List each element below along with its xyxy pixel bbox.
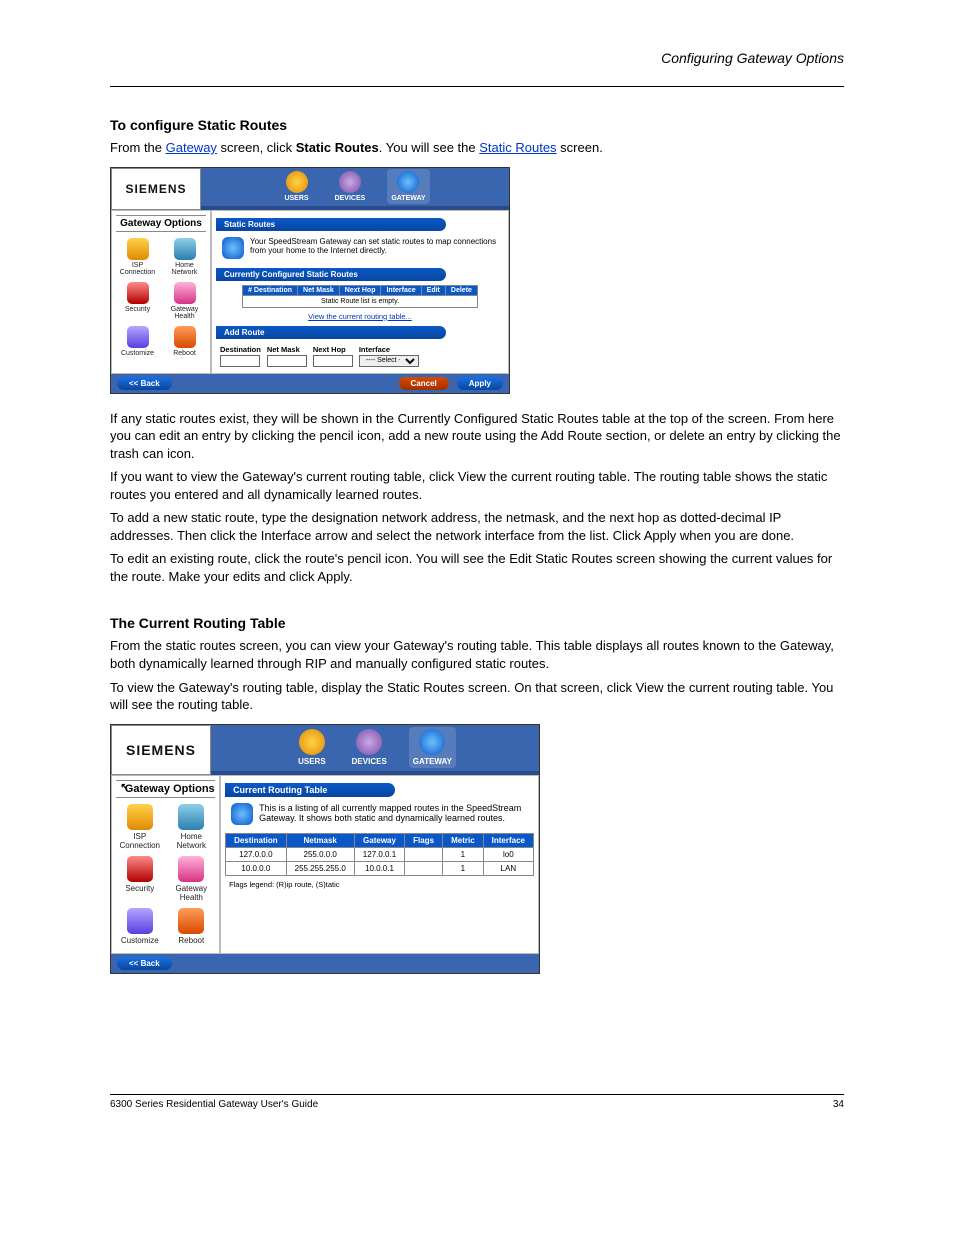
users-icon <box>286 171 308 193</box>
sidebar-item-customize[interactable]: Customize <box>116 326 159 357</box>
add-route-form: Destination Net Mask Next Hop Interface-… <box>216 343 504 369</box>
cancel-button[interactable]: Cancel <box>399 377 449 390</box>
health-icon <box>174 282 196 304</box>
tab-users[interactable]: USERS <box>280 169 312 204</box>
sidebar-item-security[interactable]: Security <box>116 282 159 320</box>
nexthop-input[interactable] <box>313 355 353 367</box>
static-routes-link[interactable]: Static Routes <box>479 140 556 155</box>
page-number: 34 <box>833 1099 844 1110</box>
static-routes-desc-icon <box>222 237 244 259</box>
routing-table-para-1: From the static routes screen, you can v… <box>110 637 844 672</box>
gateway-icon <box>397 171 419 193</box>
users-icon <box>299 729 325 755</box>
static-routes-para-4: To edit an existing route, click the rou… <box>110 550 844 585</box>
table-row: 127.0.0.0 255.0.0.0 127.0.0.1 1 lo0 <box>226 847 534 861</box>
sidebar-item-home[interactable]: Home Network <box>168 804 216 850</box>
figure-static-routes: SIEMENS USERS DEVICES GATEWAY <box>110 167 844 394</box>
pill-current-configured: Currently Configured Static Routes <box>216 268 446 281</box>
brand-logo: SIEMENS <box>111 725 211 775</box>
footer-rule <box>110 1094 844 1095</box>
devices-icon <box>339 171 361 193</box>
isp-icon <box>127 804 153 830</box>
apply-button[interactable]: Apply <box>457 377 503 390</box>
sidebar-item-isp[interactable]: ISP Connection <box>116 238 159 276</box>
customize-icon <box>127 326 149 348</box>
netmask-input[interactable] <box>267 355 307 367</box>
sidebar-item-health[interactable]: Gateway Health <box>163 282 206 320</box>
gateway-link[interactable]: Gateway <box>166 140 217 155</box>
sidebar-title: ↖Gateway Options <box>116 780 215 798</box>
pill-current-routing: Current Routing Table <box>225 783 395 797</box>
static-routes-intro: From the Gateway screen, click Static Ro… <box>110 139 844 157</box>
security-icon <box>127 856 153 882</box>
tab-devices[interactable]: DEVICES <box>348 727 391 768</box>
isp-icon <box>127 238 149 260</box>
reboot-icon <box>178 908 204 934</box>
empty-route-msg: Static Route list is empty. <box>243 295 478 307</box>
sidebar-item-security[interactable]: Security <box>116 856 164 902</box>
health-icon <box>178 856 204 882</box>
back-button[interactable]: << Back <box>117 377 172 390</box>
pill-add-route: Add Route <box>216 326 446 339</box>
routing-desc-icon <box>231 803 253 825</box>
static-routes-para-3: To add a new static route, type the desi… <box>110 509 844 544</box>
gateway-icon <box>419 729 445 755</box>
reboot-icon <box>174 326 196 348</box>
table-row: 10.0.0.0 255.255.255.0 10.0.0.1 1 LAN <box>226 861 534 875</box>
sidebar-item-customize[interactable]: Customize <box>116 908 164 945</box>
configured-routes-table: # Destination Net Mask Next Hop Interfac… <box>242 285 478 308</box>
back-button[interactable]: << Back <box>117 957 172 970</box>
tab-gateway[interactable]: GATEWAY <box>409 727 456 768</box>
home-icon <box>178 804 204 830</box>
tab-gateway[interactable]: GATEWAY <box>387 169 429 204</box>
view-routing-table-link[interactable]: View the current routing table... <box>308 312 412 321</box>
interface-select[interactable]: ---- Select ---- <box>359 355 419 367</box>
security-icon <box>127 282 149 304</box>
footer-doc-title: 6300 Series Residential Gateway User's G… <box>110 1099 318 1110</box>
sidebar-item-home[interactable]: Home Network <box>163 238 206 276</box>
brand-logo: SIEMENS <box>111 168 201 210</box>
pill-static-routes: Static Routes <box>216 218 446 231</box>
flags-legend: Flags legend: (R)ip route, (S)tatic <box>225 878 534 891</box>
devices-icon <box>356 729 382 755</box>
static-routes-para-1: If any static routes exist, they will be… <box>110 410 844 463</box>
tab-devices[interactable]: DEVICES <box>331 169 370 204</box>
routing-desc: This is a listing of all currently mappe… <box>259 803 528 825</box>
static-routes-desc: Your SpeedStream Gateway can set static … <box>250 237 498 256</box>
cursor-icon: ↖ <box>120 782 128 793</box>
figure-routing-table: SIEMENS USERS DEVICES GATEWAY <box>110 724 844 974</box>
sidebar-title: Gateway Options <box>116 215 206 232</box>
header-rule <box>110 86 844 87</box>
sidebar-item-isp[interactable]: ISP Connection <box>116 804 164 850</box>
section-title-static-routes: To configure Static Routes <box>110 117 844 133</box>
sidebar-item-health[interactable]: Gateway Health <box>168 856 216 902</box>
customize-icon <box>127 908 153 934</box>
static-routes-para-2: If you want to view the Gateway's curren… <box>110 468 844 503</box>
destination-input[interactable] <box>220 355 260 367</box>
tab-users[interactable]: USERS <box>294 727 330 768</box>
sidebar-item-reboot[interactable]: Reboot <box>163 326 206 357</box>
routing-table-para-2: To view the Gateway's routing table, dis… <box>110 679 844 714</box>
routing-table: Destination Netmask Gateway Flags Metric… <box>225 833 534 876</box>
section-title-routing-table: The Current Routing Table <box>110 615 844 631</box>
page-header-right: Configuring Gateway Options <box>110 50 844 66</box>
sidebar-item-reboot[interactable]: Reboot <box>168 908 216 945</box>
home-icon <box>174 238 196 260</box>
